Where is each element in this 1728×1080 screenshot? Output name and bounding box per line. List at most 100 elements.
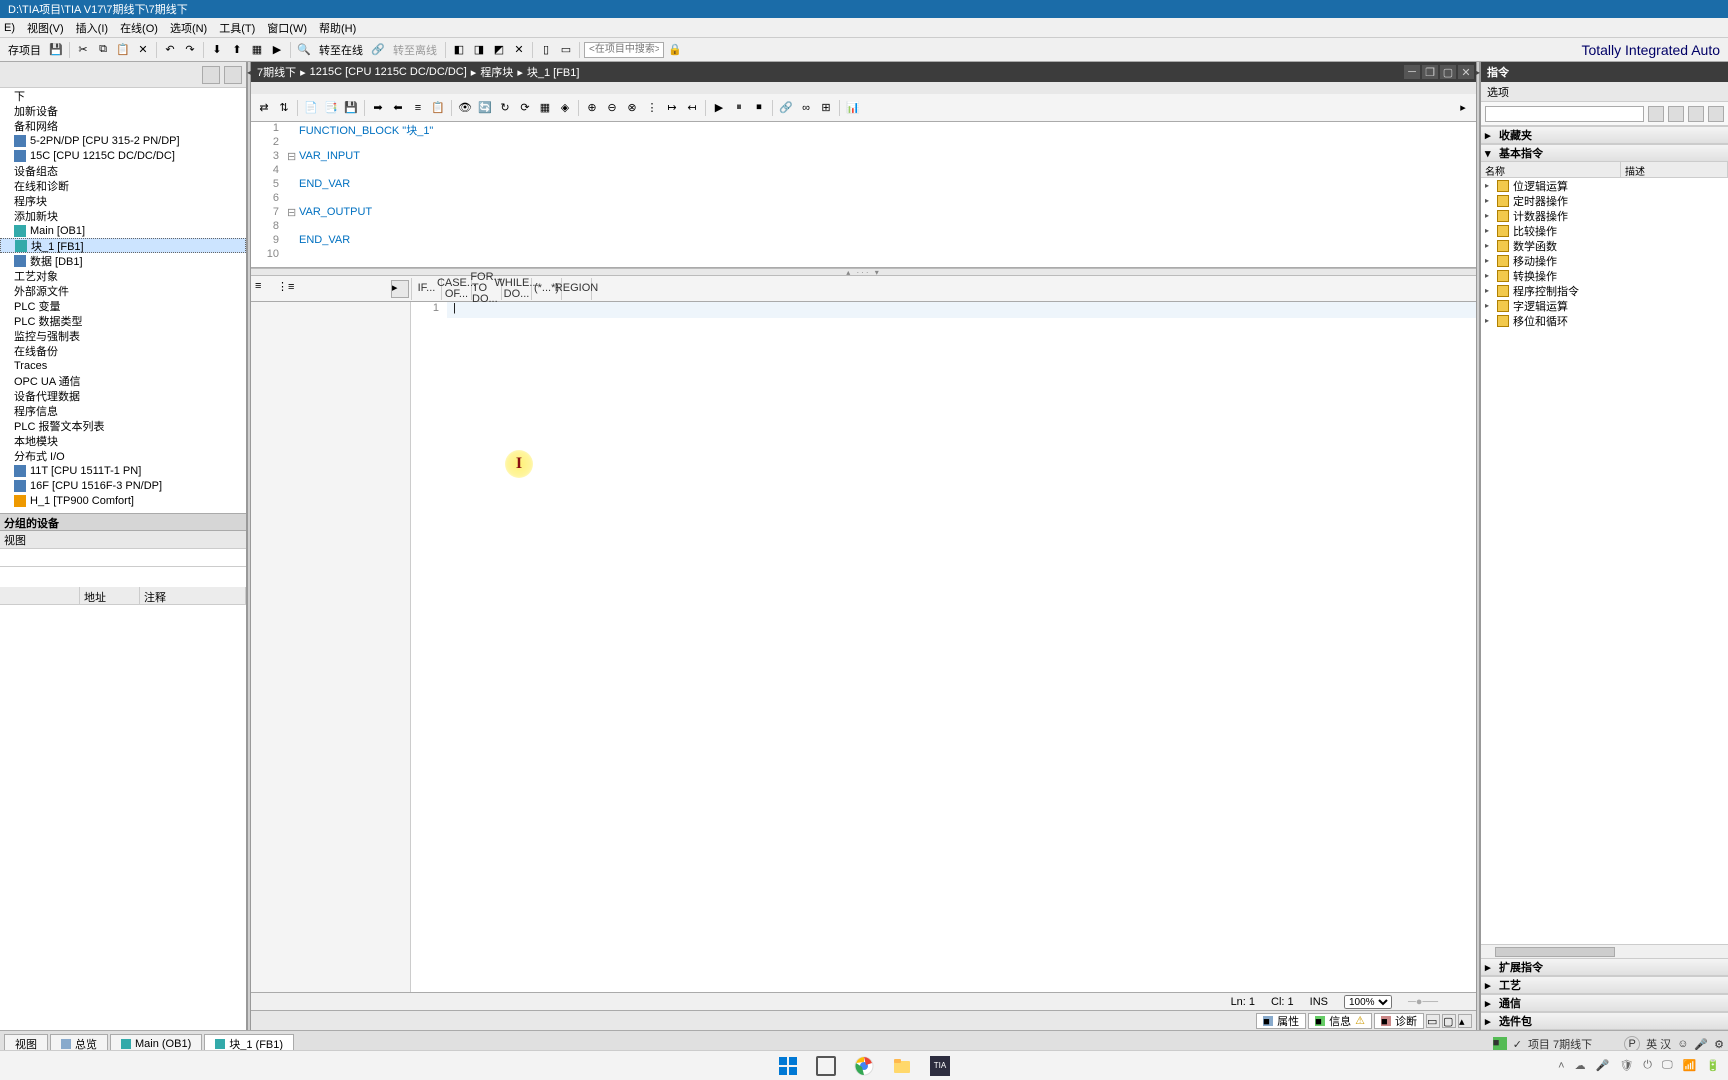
ed-btn-18[interactable]: ⊗	[623, 99, 641, 117]
ed-btn-3[interactable]: 📄	[302, 99, 320, 117]
tia-button[interactable]: TIA	[926, 1052, 954, 1080]
ed-btn-15[interactable]: ◈	[556, 99, 574, 117]
acc-option-packs[interactable]: ▸选件包	[1481, 1012, 1728, 1030]
zoom-select[interactable]: 100%	[1344, 995, 1392, 1009]
menu-tools[interactable]: 工具(T)	[219, 20, 255, 36]
paste-icon[interactable]: 📋	[114, 41, 132, 59]
acc-basic[interactable]: ▾基本指令	[1481, 144, 1728, 162]
copy-icon[interactable]: ⧉	[94, 41, 112, 59]
ed-btn-5[interactable]: 💾	[342, 99, 360, 117]
bc-project[interactable]: 7期线下	[257, 64, 296, 80]
tab-properties[interactable]: ■属性	[1256, 1013, 1306, 1029]
menu-window[interactable]: 窗口(W)	[267, 20, 307, 36]
ime-tool-3[interactable]: ⚙	[1714, 1038, 1724, 1051]
tab-info[interactable]: ■信息⚠	[1308, 1013, 1372, 1029]
instruction-search-input[interactable]	[1485, 106, 1644, 122]
interface-code-area[interactable]: 1FUNCTION_BLOCK "块_1" 2 3⊟VAR_INPUT 4 5E…	[251, 122, 1476, 268]
taskview-button[interactable]	[812, 1052, 840, 1080]
inst-word-logic[interactable]: ▸字逻辑运算	[1481, 298, 1728, 313]
tb-close-icon[interactable]: ✕	[510, 41, 528, 59]
ed-btn-17[interactable]: ⊖	[603, 99, 621, 117]
explorer-button[interactable]	[888, 1052, 916, 1080]
menu-online[interactable]: 在线(O)	[120, 20, 158, 36]
tb-icon-2[interactable]: ◨	[470, 41, 488, 59]
ungrouped-devices-header[interactable]: 分组的设备	[0, 513, 246, 531]
menu-help[interactable]: 帮助(H)	[319, 20, 356, 36]
ed-btn-21[interactable]: ↤	[683, 99, 701, 117]
tb-icon-1[interactable]: ◧	[450, 41, 468, 59]
project-search-input[interactable]	[584, 42, 664, 58]
acc-favorites[interactable]: ▸收藏夹	[1481, 126, 1728, 144]
prop-min-icon[interactable]: ▭	[1426, 1014, 1440, 1028]
save-project-button[interactable]: 存项目	[8, 42, 41, 58]
expand-interface-icon[interactable]: ▸	[1454, 99, 1472, 117]
ime-tool-1[interactable]: ☺	[1677, 1038, 1688, 1050]
menu-view[interactable]: 视图(V)	[27, 20, 64, 36]
search-opt-4-icon[interactable]	[1708, 106, 1724, 122]
ed-btn-14[interactable]: ▦	[536, 99, 554, 117]
monitor-icon[interactable]: 👁	[456, 99, 474, 117]
cut-icon[interactable]: ✂	[74, 41, 92, 59]
ime-tool-2[interactable]: 🎤	[1694, 1038, 1708, 1051]
ed-btn-4[interactable]: 📑	[322, 99, 340, 117]
acc-communication[interactable]: ▸通信	[1481, 994, 1728, 1012]
scl-btn-3[interactable]: ▸	[391, 280, 409, 298]
scl-btn-1[interactable]: ≡	[255, 280, 273, 298]
ed-btn-24[interactable]: ⏹	[750, 99, 768, 117]
tray-wifi-icon[interactable]: 📶	[1683, 1059, 1697, 1072]
ed-btn-28[interactable]: 📊	[844, 99, 862, 117]
outdent-icon[interactable]: ⬅	[389, 99, 407, 117]
ed-btn-8[interactable]: ≡	[409, 99, 427, 117]
menu-options[interactable]: 选项(N)	[170, 20, 207, 36]
tray-onedrive-icon[interactable]: ☁	[1575, 1059, 1586, 1072]
menu-insert[interactable]: 插入(I)	[76, 20, 108, 36]
tree-view-mode-1-icon[interactable]	[202, 66, 220, 84]
go-online-button[interactable]: 转至在线	[319, 42, 363, 58]
minimize-icon[interactable]: ─	[1404, 65, 1420, 79]
inst-program-control[interactable]: ▸程序控制指令	[1481, 283, 1728, 298]
ed-btn-2[interactable]: ⇅	[275, 99, 293, 117]
undo-icon[interactable]: ↶	[161, 41, 179, 59]
details-filter[interactable]	[0, 549, 246, 567]
menu-edit[interactable]: E)	[4, 22, 15, 34]
bc-device[interactable]: 1215C [CPU 1215C DC/DC/DC]	[310, 66, 467, 78]
tab-diagnostics[interactable]: ■诊断	[1374, 1013, 1424, 1029]
tree-view-mode-2-icon[interactable]	[224, 66, 242, 84]
chrome-button[interactable]	[850, 1052, 878, 1080]
tray-display-icon[interactable]: 🖵	[1662, 1059, 1673, 1072]
ed-btn-20[interactable]: ↦	[663, 99, 681, 117]
ed-btn-13[interactable]: ⟳	[516, 99, 534, 117]
scl-btn-2[interactable]: ⋮≡	[277, 280, 295, 298]
save-icon[interactable]: 💾	[47, 41, 65, 59]
search-opt-3-icon[interactable]	[1688, 106, 1704, 122]
instructions-options[interactable]: 选项	[1481, 82, 1728, 102]
inst-shift-rotate[interactable]: ▸移位和循环	[1481, 313, 1728, 328]
compile-icon[interactable]: ▦	[248, 41, 266, 59]
acc-technology[interactable]: ▸工艺	[1481, 976, 1728, 994]
inst-math[interactable]: ▸数学函数	[1481, 238, 1728, 253]
ed-btn-1[interactable]: ⇄	[255, 99, 273, 117]
upload-icon[interactable]: ⬆	[228, 41, 246, 59]
tray-security-icon[interactable]: 🛡	[1619, 1059, 1633, 1072]
inst-hscroll[interactable]	[1481, 944, 1728, 958]
tray-battery-icon[interactable]: 🔋	[1706, 1059, 1720, 1072]
ed-btn-25[interactable]: 🔗	[777, 99, 795, 117]
ed-btn-27[interactable]: ⊞	[817, 99, 835, 117]
scl-region-panel[interactable]	[251, 302, 411, 992]
snippet-case[interactable]: CASE...OF...	[442, 278, 472, 300]
maximize-icon[interactable]: ▢	[1440, 65, 1456, 79]
details-view-header[interactable]: 视图	[0, 531, 246, 549]
find-icon[interactable]: 🔍	[295, 41, 313, 59]
search-opt-1-icon[interactable]	[1648, 106, 1664, 122]
go-online-icon[interactable]: 🔗	[369, 41, 387, 59]
tray-up-icon[interactable]: ˄	[1558, 1060, 1564, 1072]
redo-icon[interactable]: ↷	[181, 41, 199, 59]
indent-icon[interactable]: ➡	[369, 99, 387, 117]
inst-bit-logic[interactable]: ▸位逻辑运算	[1481, 178, 1728, 193]
scl-code-area[interactable]: 1| I	[411, 302, 1476, 992]
inst-compare[interactable]: ▸比较操作	[1481, 223, 1728, 238]
ed-btn-16[interactable]: ⊕	[583, 99, 601, 117]
snippet-region[interactable]: REGION	[562, 278, 592, 300]
acc-extended[interactable]: ▸扩展指令	[1481, 958, 1728, 976]
bc-current[interactable]: 块_1 [FB1]	[527, 64, 580, 80]
